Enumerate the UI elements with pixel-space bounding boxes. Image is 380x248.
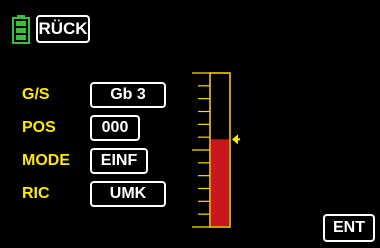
label-gs: G/S [22, 86, 50, 103]
ric-value-button[interactable]: UMK [90, 181, 166, 207]
label-mode: MODE [22, 152, 70, 169]
position-scale [190, 70, 240, 230]
back-button[interactable]: RÜCK [36, 15, 90, 43]
enter-button[interactable]: ENT [323, 214, 375, 242]
label-pos: POS [22, 119, 56, 136]
battery-icon [11, 14, 31, 44]
gs-value-button[interactable]: Gb 3 [90, 82, 166, 108]
scale-ticks [192, 72, 210, 228]
pos-value-button[interactable]: 000 [90, 115, 140, 141]
label-ric: RIC [22, 185, 50, 202]
mode-value-button[interactable]: EINF [90, 148, 148, 174]
scale-fill [211, 139, 229, 226]
